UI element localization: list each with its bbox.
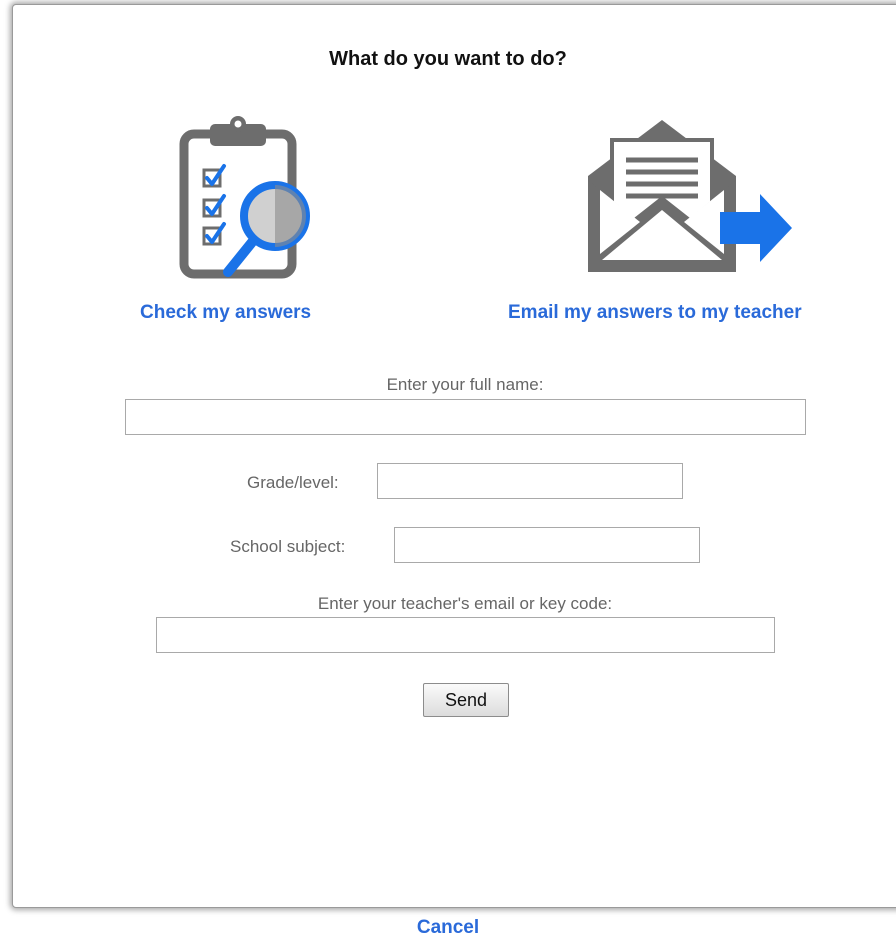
teacher-email-label: Enter your teacher's email or key code: [317, 594, 613, 613]
email-answers-link[interactable]: Email my answers to my teacher [508, 302, 802, 324]
dialog-title: What do you want to do? [329, 48, 567, 70]
subject-label: School subject: [230, 537, 346, 556]
full-name-input[interactable] [125, 399, 806, 435]
subject-input[interactable] [394, 527, 700, 563]
grade-label: Grade/level: [247, 473, 339, 492]
cancel-link[interactable]: Cancel [0, 917, 896, 939]
send-button[interactable]: Send [423, 683, 509, 717]
envelope-send-icon[interactable] [580, 114, 795, 280]
full-name-label: Enter your full name: [386, 375, 544, 394]
check-answers-link[interactable]: Check my answers [140, 302, 311, 324]
teacher-email-input[interactable] [156, 617, 775, 653]
grade-input[interactable] [377, 463, 683, 499]
clipboard-magnifier-icon[interactable] [178, 116, 318, 282]
